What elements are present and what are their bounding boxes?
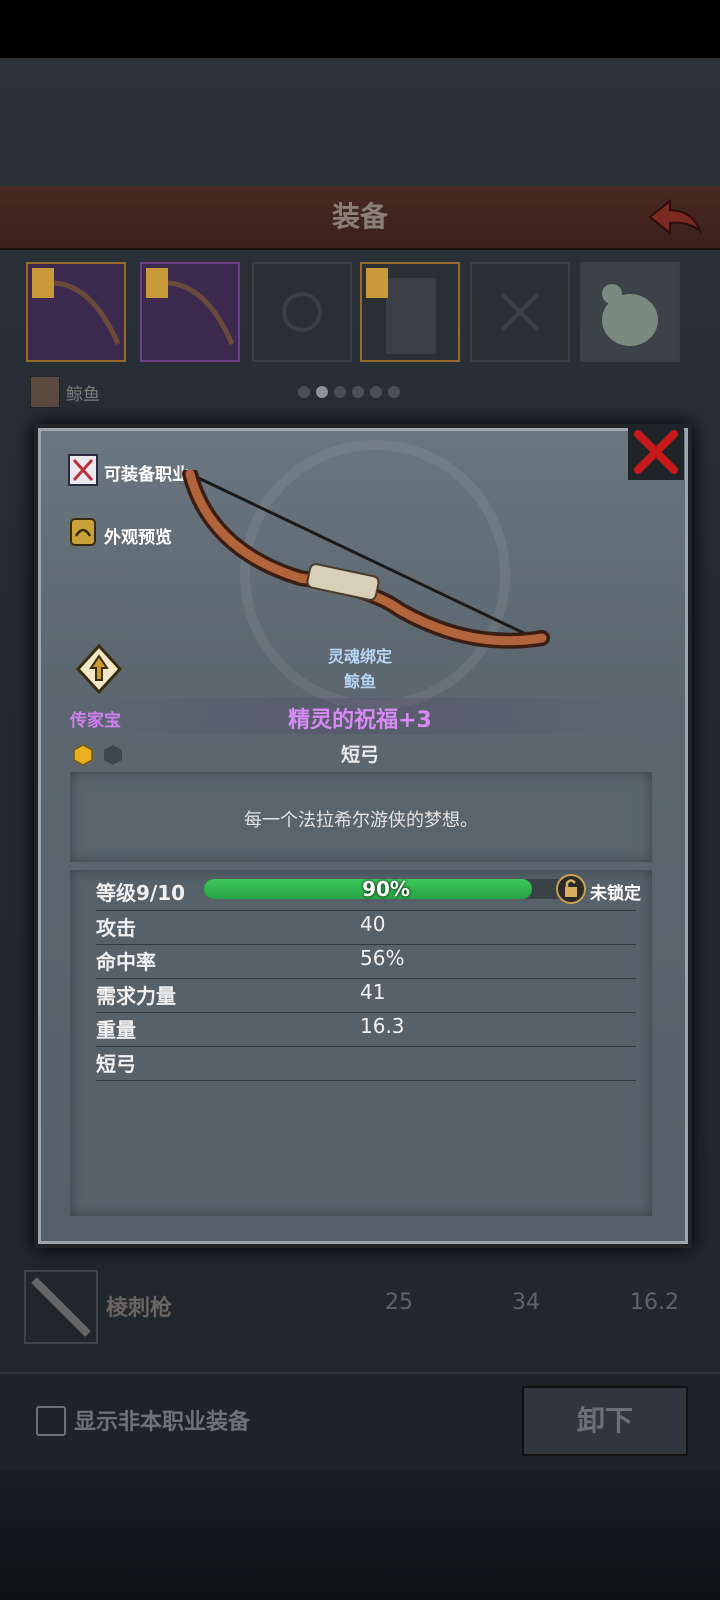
page-dot[interactable]	[352, 386, 364, 398]
stat-value-attack: 40	[360, 912, 386, 936]
list-item-name[interactable]: 棱刺枪	[106, 1290, 172, 1322]
avatar	[30, 376, 60, 408]
owner-name: 鲸鱼	[66, 385, 100, 405]
soulbound-owner: 鲸鱼	[343, 672, 376, 691]
list-item-accuracy: 34	[512, 1290, 540, 1315]
empty-slot-icon	[500, 292, 540, 332]
level-progress-text: 90%	[362, 877, 410, 901]
page-dot-active[interactable]	[316, 386, 328, 398]
rarity-label: 传家宝	[70, 711, 121, 731]
item-type: 短弓	[340, 744, 379, 766]
show-other-class-checkbox[interactable]	[36, 1406, 66, 1436]
class-icon[interactable]	[68, 454, 98, 486]
equip-slot-armor[interactable]	[360, 262, 460, 362]
stat-label-weapon-type: 短弓	[96, 1052, 136, 1076]
empty-slot-icon	[282, 292, 322, 332]
item-description: 每一个法拉希尔游侠的梦想。	[244, 810, 478, 831]
preview-icon[interactable]	[70, 518, 96, 546]
equip-slot-trinket[interactable]	[580, 262, 680, 362]
gem-socket-filled-icon[interactable]	[72, 744, 94, 766]
equip-slot-weapon[interactable]	[26, 262, 126, 362]
stat-value-strength-req: 41	[360, 980, 386, 1004]
list-item-weight: 16.2	[630, 1290, 679, 1315]
unequip-button[interactable]: 卸下	[522, 1386, 688, 1456]
stat-value-weight: 16.3	[360, 1014, 405, 1038]
bow-icon	[146, 268, 235, 345]
bow-item-image	[182, 470, 550, 649]
upgrade-icon[interactable]	[76, 644, 122, 694]
close-icon[interactable]	[628, 424, 684, 480]
divider	[96, 1046, 636, 1047]
mouse-statue-icon	[602, 284, 658, 346]
stat-label-strength-req: 需求力量	[96, 984, 176, 1008]
stat-label-weight: 重量	[96, 1018, 136, 1042]
divider	[96, 1080, 636, 1081]
divider	[96, 944, 636, 945]
page-dot[interactable]	[370, 386, 382, 398]
armor-icon	[366, 268, 436, 354]
preview-label[interactable]: 外观预览	[104, 523, 172, 548]
page-dot[interactable]	[298, 386, 310, 398]
divider	[96, 1012, 636, 1013]
list-item-attack: 25	[385, 1290, 413, 1315]
status-bar-area	[0, 0, 720, 58]
checkbox-label: 显示非本职业装备	[74, 1410, 251, 1435]
lock-icon[interactable]	[556, 874, 586, 904]
equip-slot-offhand[interactable]	[140, 262, 240, 362]
bow-icon	[32, 268, 121, 345]
stat-value-accuracy: 56%	[360, 946, 405, 970]
bottom-area	[0, 1470, 720, 1600]
divider	[96, 910, 636, 911]
spear-icon[interactable]	[24, 1270, 98, 1344]
stat-label-attack: 攻击	[96, 916, 136, 940]
back-arrow-icon[interactable]	[646, 195, 704, 239]
page-title: 装备	[331, 200, 388, 233]
level-label: 等级9/10	[96, 881, 186, 905]
equip-slot-empty[interactable]	[470, 262, 570, 362]
stat-label-accuracy: 命中率	[96, 950, 156, 974]
equip-slot-empty[interactable]	[252, 262, 352, 362]
page-dot[interactable]	[388, 386, 400, 398]
gem-socket-empty-icon[interactable]	[102, 744, 124, 766]
divider	[96, 978, 636, 979]
lock-status-label[interactable]: 未锁定	[590, 879, 641, 904]
soulbound-label: 灵魂绑定	[327, 647, 392, 666]
item-name: 精灵的祝福+3	[288, 708, 432, 733]
page-dot[interactable]	[334, 386, 346, 398]
